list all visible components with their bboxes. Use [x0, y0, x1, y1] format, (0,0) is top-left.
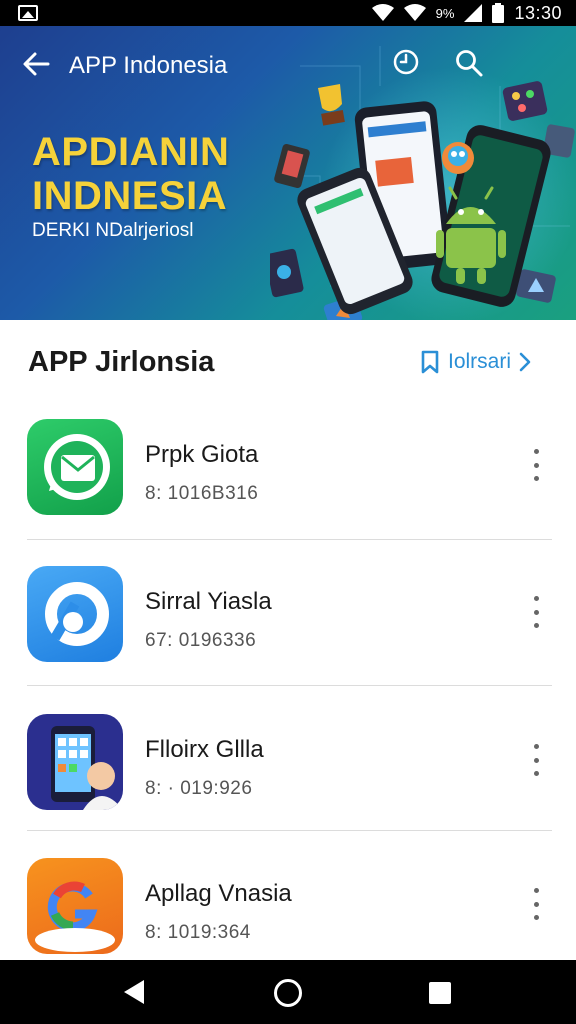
app-icon-messaging: [27, 419, 123, 515]
chat-mail-icon: [44, 434, 110, 500]
divider: [27, 830, 552, 831]
back-arrow-icon[interactable]: [20, 50, 52, 78]
trophy-icon: [318, 84, 345, 126]
app-bar-title: APP Indonesia: [69, 52, 228, 79]
banner-headline-line2: INDNESIA: [32, 174, 228, 218]
divider: [27, 685, 552, 686]
app-meta: 67: 0196336: [145, 630, 257, 651]
phone-user-icon: [51, 726, 123, 810]
more-options-icon[interactable]: [524, 445, 548, 485]
battery-icon: [492, 3, 505, 23]
app-icon-phone: [27, 714, 123, 810]
app-meta: 8: · 019:926: [145, 778, 253, 799]
floating-app-card-3: [502, 81, 548, 121]
floating-app-card-5: [516, 269, 556, 303]
floating-app-card-2: [270, 248, 304, 298]
nav-recents-icon[interactable]: [429, 982, 451, 1004]
banner-subheadline: DERKI NDalrjeriosl: [32, 220, 194, 241]
list-item[interactable]: Prpk Giota 8: 1016B316: [0, 419, 576, 565]
cell-signal-icon: [464, 4, 483, 22]
banner-headline-line1: APDIANIN: [32, 130, 230, 174]
app-icon-blue: [27, 566, 123, 662]
more-options-icon[interactable]: [524, 740, 548, 780]
list-item[interactable]: Flloirx Gllla 8: · 019:926: [0, 714, 576, 860]
bookmark-icon: [421, 350, 439, 374]
mascot-icon: [442, 142, 474, 174]
app-name: Flloirx Gllla: [145, 736, 264, 763]
navigation-bar: [0, 960, 576, 1024]
app-meta: 8: 1019:364: [145, 922, 251, 943]
list-item[interactable]: Sirral Yiasla 67: 0196336: [0, 566, 576, 712]
app-name: Apllag Vnasia: [145, 880, 292, 907]
app-meta: 8: 1016B316: [145, 483, 259, 504]
g-cloud-icon: [35, 881, 115, 952]
clock: 13:30: [514, 2, 562, 23]
divider: [27, 539, 552, 540]
status-bar: 9% 13:30: [0, 0, 576, 26]
phones-illustration: [270, 81, 575, 320]
floating-app-card-1: [274, 143, 310, 189]
wifi-icon-2: [403, 4, 426, 21]
circle-logo-icon: [45, 582, 109, 646]
gallery-notification-icon: [18, 5, 38, 21]
section-action-button[interactable]: Iolrsari: [420, 350, 531, 374]
chevron-right-icon: [519, 352, 531, 372]
more-options-icon[interactable]: [524, 592, 548, 632]
section-title: APP Jirlonsia: [28, 346, 215, 378]
nav-home-icon[interactable]: [274, 979, 302, 1007]
section-action-label: Iolrsari: [448, 350, 512, 373]
nav-back-icon[interactable]: [120, 978, 148, 1006]
app-name: Sirral Yiasla: [145, 588, 272, 615]
app-name: Prpk Giota: [145, 441, 259, 468]
app-icon-orange: [27, 858, 123, 954]
signal-text: 9%: [435, 5, 455, 21]
hero-banner: APP Indonesia APDIANIN INDNESIA DERKI ND…: [0, 26, 576, 320]
banner-headline: APDIANIN INDNESIA: [32, 130, 229, 218]
more-options-icon[interactable]: [524, 884, 548, 924]
wifi-icon: [371, 4, 394, 21]
